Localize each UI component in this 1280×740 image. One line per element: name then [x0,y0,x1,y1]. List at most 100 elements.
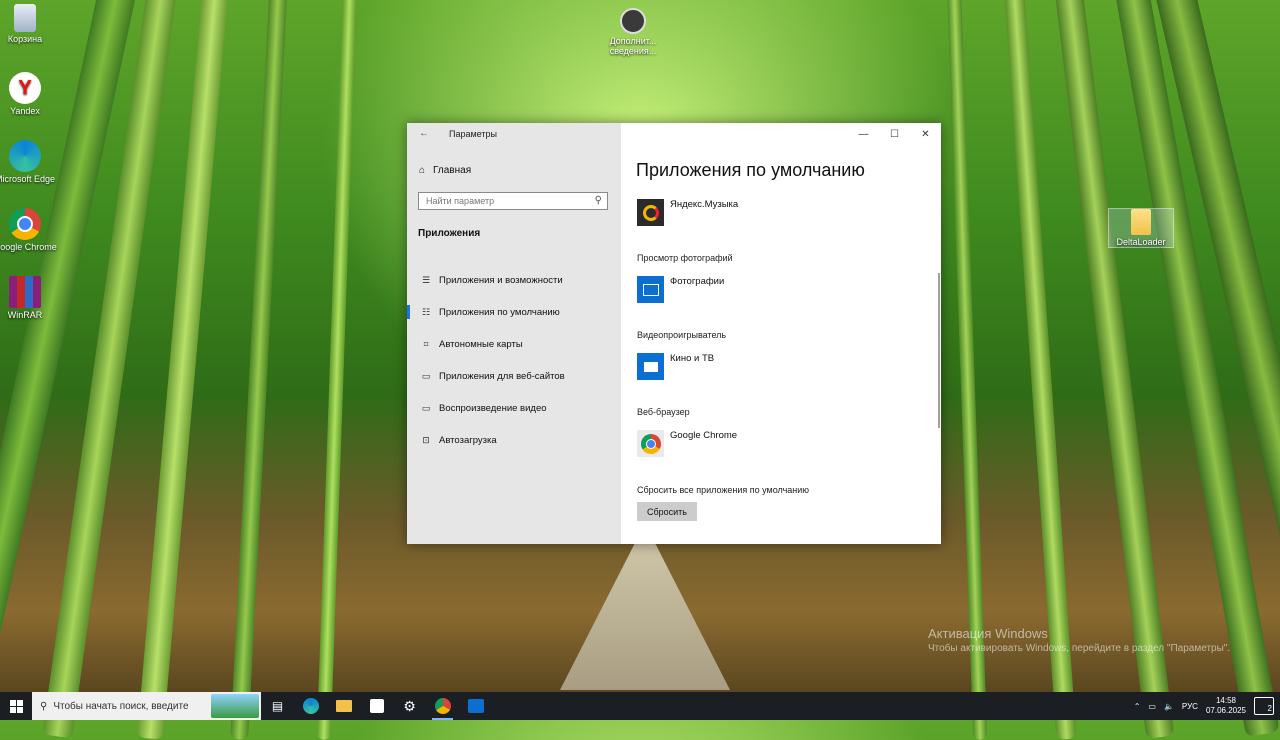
store-icon [369,699,384,713]
desktop-icon-winrar[interactable]: WinRAR [0,276,57,320]
chrome-icon [434,698,451,714]
default-photo-app[interactable]: Фотографии [637,276,724,303]
search-highlight-image [211,694,259,718]
sidebar-item-label: Приложения для веб-сайтов [439,370,565,382]
activation-watermark-text: Чтобы активировать Windows, перейдите в … [928,643,1231,654]
taskbar-search-placeholder: Чтобы начать поиск, введите [53,700,189,712]
clock-date: 07.06.2025 [1205,706,1246,715]
minimize-button[interactable]: — [848,123,879,145]
desktop-icon-yandex[interactable]: Y Yandex [0,72,57,116]
default-browser-app[interactable]: Google Chrome [637,430,737,457]
group-label-browser: Веб-браузер [637,407,690,417]
app-name: Фотографии [670,276,725,287]
group-label-photos: Просмотр фотографий [637,253,733,263]
taskbar-search[interactable]: ⚲ Чтобы начать поиск, введите [32,692,261,720]
sidebar-item-label: Автономные карты [439,338,523,350]
back-arrow-icon[interactable]: ← [419,128,429,139]
window-title: Параметры [449,129,497,139]
notifications-button[interactable]: 2 [1254,697,1274,715]
video-icon: ▭ [421,402,431,413]
yandex-music-icon [637,199,664,226]
sidebar-nav: ☰ Приложения и возможности ☷ Приложения … [407,264,621,456]
sidebar-item-video[interactable]: ▭ Воспроизведение видео [407,392,621,424]
network-icon[interactable]: ▭ [1148,702,1156,711]
gear-icon: ⚙ [403,697,416,714]
chrome-icon [637,430,664,457]
reset-label: Сбросить все приложения по умолчанию [637,485,810,495]
window-controls: — ☐ ✕ [848,123,941,145]
apps-list-icon: ☰ [421,274,431,285]
outlook-icon [467,699,484,713]
sidebar-home[interactable]: ⌂ Главная [419,165,471,176]
search-icon: ⚲ [40,700,48,712]
search-placeholder: Найти параметр [426,196,495,206]
recycle-bin-icon [14,4,36,32]
taskbar-edge[interactable] [294,692,327,720]
default-video-app[interactable]: Кино и ТВ [637,353,714,380]
activation-watermark-title: Активация Windows [928,626,1048,641]
desktop-icon-edge[interactable]: Microsoft Edge [0,140,57,184]
page-title: Приложения по умолчанию [636,160,865,180]
reset-button[interactable]: Сбросить [637,502,697,521]
photos-icon [637,276,664,303]
task-view-icon: ▤ [271,699,284,713]
taskbar: ⚲ Чтобы начать поиск, введите ▤ ⚙ ⌃ ▭ 🔈 … [0,692,1280,720]
clock-time: 14:58 [1215,696,1236,705]
desktop-icon-label: WinRAR [7,310,43,320]
app-name: Кино и ТВ [670,353,715,364]
sidebar-item-websites[interactable]: ▭ Приложения для веб-сайтов [407,360,621,392]
app-name: Google Chrome [670,430,738,441]
default-apps-icon: ☷ [421,306,431,317]
taskbar-store[interactable] [360,692,393,720]
sidebar-item-apps-features[interactable]: ☰ Приложения и возможности [407,264,621,296]
windows-logo-icon [9,699,23,713]
sidebar-item-offline-maps[interactable]: ⌗ Автономные карты [407,328,621,360]
desktop-icon-chrome[interactable]: Google Chrome [0,208,57,252]
edge-icon [302,698,319,714]
desktop-icon-label: Yandex [10,106,40,116]
sidebar-item-label: Воспроизведение видео [439,402,547,414]
close-button[interactable]: ✕ [910,123,941,145]
desktop-icon-label: Google Chrome [0,242,57,252]
yandex-icon: Y [9,72,41,104]
settings-window: ← Параметры ⌂ Главная Найти параметр ⚲ П… [407,123,941,544]
desktop-icon-label: Microsoft Edge [0,174,56,184]
sidebar-item-startup[interactable]: ⊡ Автозагрузка [407,424,621,456]
language-indicator[interactable]: РУС [1182,702,1198,711]
desktop-icon-label: Дополнит... сведения... [609,36,657,56]
settings-sidebar: ← Параметры ⌂ Главная Найти параметр ⚲ П… [407,123,621,544]
sidebar-section-title: Приложения [418,228,481,239]
settings-main: — ☐ ✕ Приложения по умолчанию Яндекс.Муз… [621,123,941,544]
group-label-video: Видеопроигрыватель [637,330,727,340]
folder-icon [335,700,352,712]
info-shortcut-icon [620,8,646,34]
websites-icon: ▭ [421,370,431,381]
desktop-icon-extra-info[interactable]: Дополнит... сведения... [601,8,665,56]
sidebar-item-default-apps[interactable]: ☷ Приложения по умолчанию [407,296,621,328]
default-music-app[interactable]: Яндекс.Музыка [637,199,738,226]
chrome-icon [9,208,41,240]
sidebar-item-label: Приложения по умолчанию [439,306,560,318]
taskbar-explorer[interactable] [327,692,360,720]
home-icon: ⌂ [419,165,426,176]
task-view-button[interactable]: ▤ [261,692,294,720]
desktop-icon-deltaloader[interactable]: DeltaLoader [1108,208,1174,248]
taskbar-settings[interactable]: ⚙ [393,692,426,720]
taskbar-chrome[interactable] [426,692,459,720]
edge-icon [9,140,41,172]
notification-count: 2 [1267,704,1272,713]
scrollbar[interactable] [938,273,940,428]
taskbar-outlook[interactable] [459,692,492,720]
maximize-button[interactable]: ☐ [879,123,910,145]
settings-search-input[interactable]: Найти параметр ⚲ [418,192,608,210]
app-name: Яндекс.Музыка [670,199,739,210]
clock[interactable]: 14:58 07.06.2025 [1206,696,1246,716]
start-button[interactable] [0,692,32,720]
desktop-icon-label: Корзина [7,34,43,44]
desktop-icon-recycle-bin[interactable]: Корзина [0,4,57,44]
sidebar-item-label: Автозагрузка [439,434,497,446]
system-tray: ⌃ ▭ 🔈 РУС 14:58 07.06.2025 2 [1134,692,1280,720]
movies-tv-icon [637,353,664,380]
tray-overflow-icon[interactable]: ⌃ [1134,702,1141,711]
volume-icon[interactable]: 🔈 [1164,702,1174,711]
